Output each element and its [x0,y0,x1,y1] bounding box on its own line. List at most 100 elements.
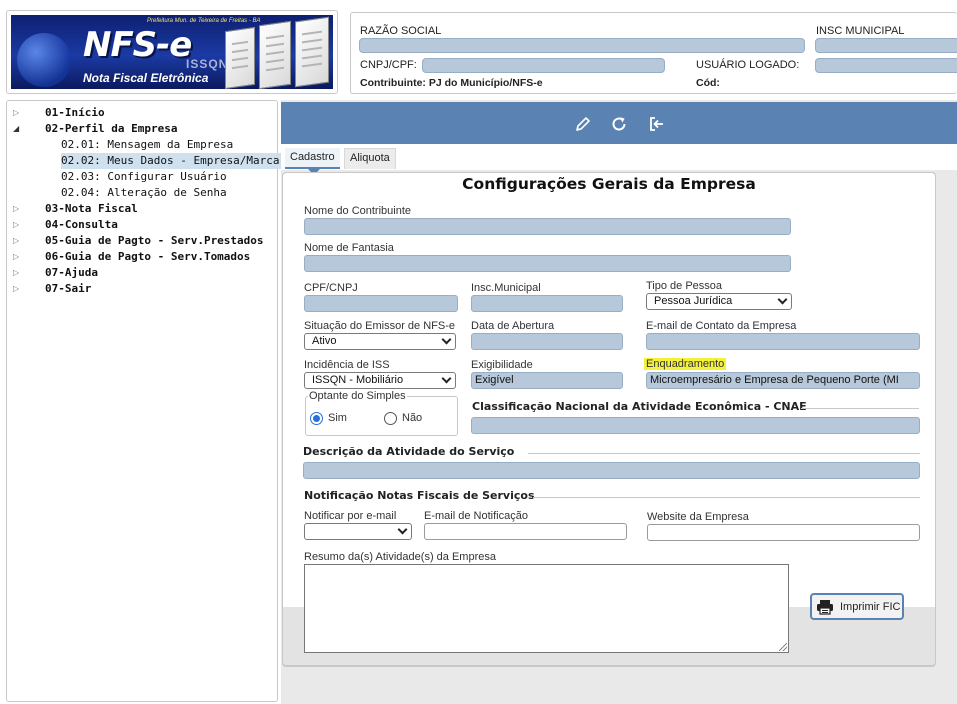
expand-arrow-icon[interactable]: ▷ [13,249,23,265]
sidebar-item-label: 02.01: Mensagem da Empresa [61,138,234,151]
data-abertura-label: Data de Abertura [471,320,555,332]
main-content: Cadastro Aliquota Configurações Gerais d… [281,100,957,704]
toolbar [281,102,957,144]
logo-issqn-text: ISSQN [186,57,229,71]
logo-subtitle: Nota Fiscal Eletrônica [83,71,209,85]
imprimir-fic-button[interactable]: Imprimir FIC [810,593,904,620]
insc-municipal-header-label: INSC MUNICIPAL [816,25,905,37]
tipo-pessoa-label: Tipo de Pessoa [646,280,723,292]
divider [528,453,920,454]
insc-municipal-field[interactable] [471,295,623,312]
optante-simples-legend: Optante do Simples [308,390,407,402]
descricao-atividade-label: Descrição da Atividade do Serviço [303,445,515,458]
document-graphic [225,26,255,89]
cpf-cnpj-field[interactable] [304,295,458,312]
usuario-logado-label: USUÁRIO LOGADO: [696,59,800,71]
refresh-icon[interactable] [609,114,629,134]
expand-arrow-icon[interactable]: ▷ [13,217,23,233]
optante-nao-radio[interactable] [384,412,397,425]
cnpj-cpf-header-label: CNPJ/CPF: [360,59,417,71]
sidebar-item-label: 02-Perfil da Empresa [45,122,178,135]
tipo-pessoa-value: Pessoa Jurídica [654,295,733,307]
company-settings-form: Configurações Gerais da Empresa Nome do … [282,172,936,666]
document-graphic [259,20,291,89]
divider [533,497,920,498]
resumo-atividades-textarea[interactable] [304,564,789,653]
form-title: Configurações Gerais da Empresa [462,175,756,193]
document-graphic [295,16,329,88]
chevron-down-icon [777,294,788,305]
sidebar-item-label: 07-Sair [45,282,92,295]
razao-social-value [359,38,805,53]
tab-cadastro[interactable]: Cadastro [285,148,340,169]
sidebar-item-label: 07-Ajuda [45,266,98,279]
incidencia-iss-label: Incidência de ISS [304,359,390,371]
cnae-field[interactable] [471,417,920,434]
globe-graphic [17,33,71,87]
expand-arrow-icon[interactable]: ▷ [13,281,23,297]
notificacao-section-title: Notificação Notas Fiscais de Serviços [304,489,535,502]
sidebar-item-label: 06-Guia de Pagto - Serv.Tomados [45,250,251,263]
incidencia-iss-select[interactable]: ISSQN - Mobiliário [304,372,456,389]
nfse-logo: Prefeitura Mun. de Teixeira de Freitas -… [11,15,333,89]
sidebar-item-label: 04-Consulta [45,218,118,231]
notificar-email-select[interactable] [304,523,412,540]
usuario-logado-value [815,58,957,73]
exit-icon[interactable] [647,114,667,134]
sidebar-item-label: 05-Guia de Pagto - Serv.Prestados [45,234,264,247]
optante-sim-label: Sim [328,412,347,424]
imprimir-fic-label: Imprimir FIC [840,601,901,613]
sidebar-item-label: 02.03: Configurar Usuário [61,170,227,183]
pencil-icon[interactable] [573,114,593,134]
email-contato-field[interactable] [646,333,920,350]
email-notificacao-field[interactable] [424,523,627,540]
logo-title: NFS-e [83,25,192,65]
logo-municipality-text: Prefeitura Mun. de Teixeira de Freitas -… [147,18,261,24]
nome-contribuinte-label: Nome do Contribuinte [304,205,412,217]
collapse-arrow-icon[interactable]: ◢ [13,121,23,137]
expand-arrow-icon[interactable]: ▷ [13,201,23,217]
situacao-emissor-label: Situação do Emissor de NFS-e [304,320,456,332]
tabs-strip: Cadastro Aliquota [281,144,957,170]
nome-contribuinte-field[interactable] [304,218,791,235]
website-label: Website da Empresa [647,511,749,523]
insc-municipal-label: Insc.Municipal [471,282,541,294]
enquadramento-field[interactable]: Microempresário e Empresa de Pequeno Por… [646,372,920,389]
tab-aliquota[interactable]: Aliquota [344,148,396,169]
incidencia-iss-value: ISSQN - Mobiliário [312,374,404,386]
optante-nao-label: Não [402,412,423,424]
nome-fantasia-field[interactable] [304,255,791,272]
expand-arrow-icon[interactable]: ▷ [13,233,23,249]
cpf-cnpj-label: CPF/CNPJ [304,282,358,294]
email-notificacao-label: E-mail de Notificação [424,510,528,522]
data-abertura-field[interactable] [471,333,623,350]
situacao-emissor-value: Ativo [312,335,337,347]
enquadramento-label: Enquadramento [644,358,727,370]
chevron-down-icon [441,334,452,345]
printer-icon [817,600,833,615]
cod-label: Cód: [696,77,720,89]
sidebar-item-label: 01-Início [45,106,105,119]
logo-frame: Prefeitura Mun. de Teixeira de Freitas -… [6,10,338,94]
website-field[interactable] [647,524,920,541]
sidebar-tree-menu: ▷ 01-Início ◢ 02-Perfil da Empresa 02.01… [6,100,281,702]
expand-arrow-icon[interactable]: ▷ [13,265,23,281]
cnae-label: Classificação Nacional da Atividade Econ… [472,400,807,413]
cnpj-cpf-header-value [422,58,665,73]
optante-simples-group: Optante do Simples Sim Não [305,390,458,436]
nome-fantasia-label: Nome de Fantasia [304,242,394,254]
divider [801,408,919,409]
resize-grip-icon[interactable] [779,643,787,651]
sidebar-item-label: 02.04: Alteração de Senha [61,186,227,199]
contribuinte-label: Contribuinte: PJ do Município/NFS-e [360,77,543,89]
expand-arrow-icon[interactable]: ▷ [13,105,23,121]
sidebar-item-label: 02.02: Meus Dados - Empresa/Marca [61,153,281,169]
situacao-emissor-select[interactable]: Ativo [304,333,456,350]
notificar-email-label: Notificar por e-mail [304,510,397,522]
chevron-down-icon [441,373,452,384]
sidebar-item-label: 03-Nota Fiscal [45,202,138,215]
optante-sim-radio[interactable] [310,412,323,425]
exigibilidade-field[interactable]: Exigível [471,372,623,389]
tipo-pessoa-select[interactable]: Pessoa Jurídica [646,293,792,310]
descricao-atividade-field[interactable] [303,462,920,479]
